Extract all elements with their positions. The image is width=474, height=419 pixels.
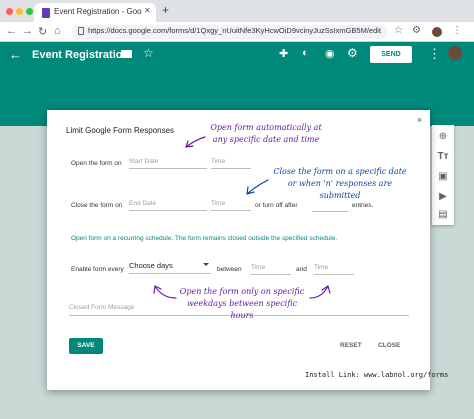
install-link-note: Install Link: www.labnol.org/forms bbox=[305, 371, 449, 379]
open-note-arrow bbox=[185, 136, 206, 148]
close-note-arrow bbox=[246, 179, 269, 195]
annotation-arrows bbox=[153, 136, 331, 299]
